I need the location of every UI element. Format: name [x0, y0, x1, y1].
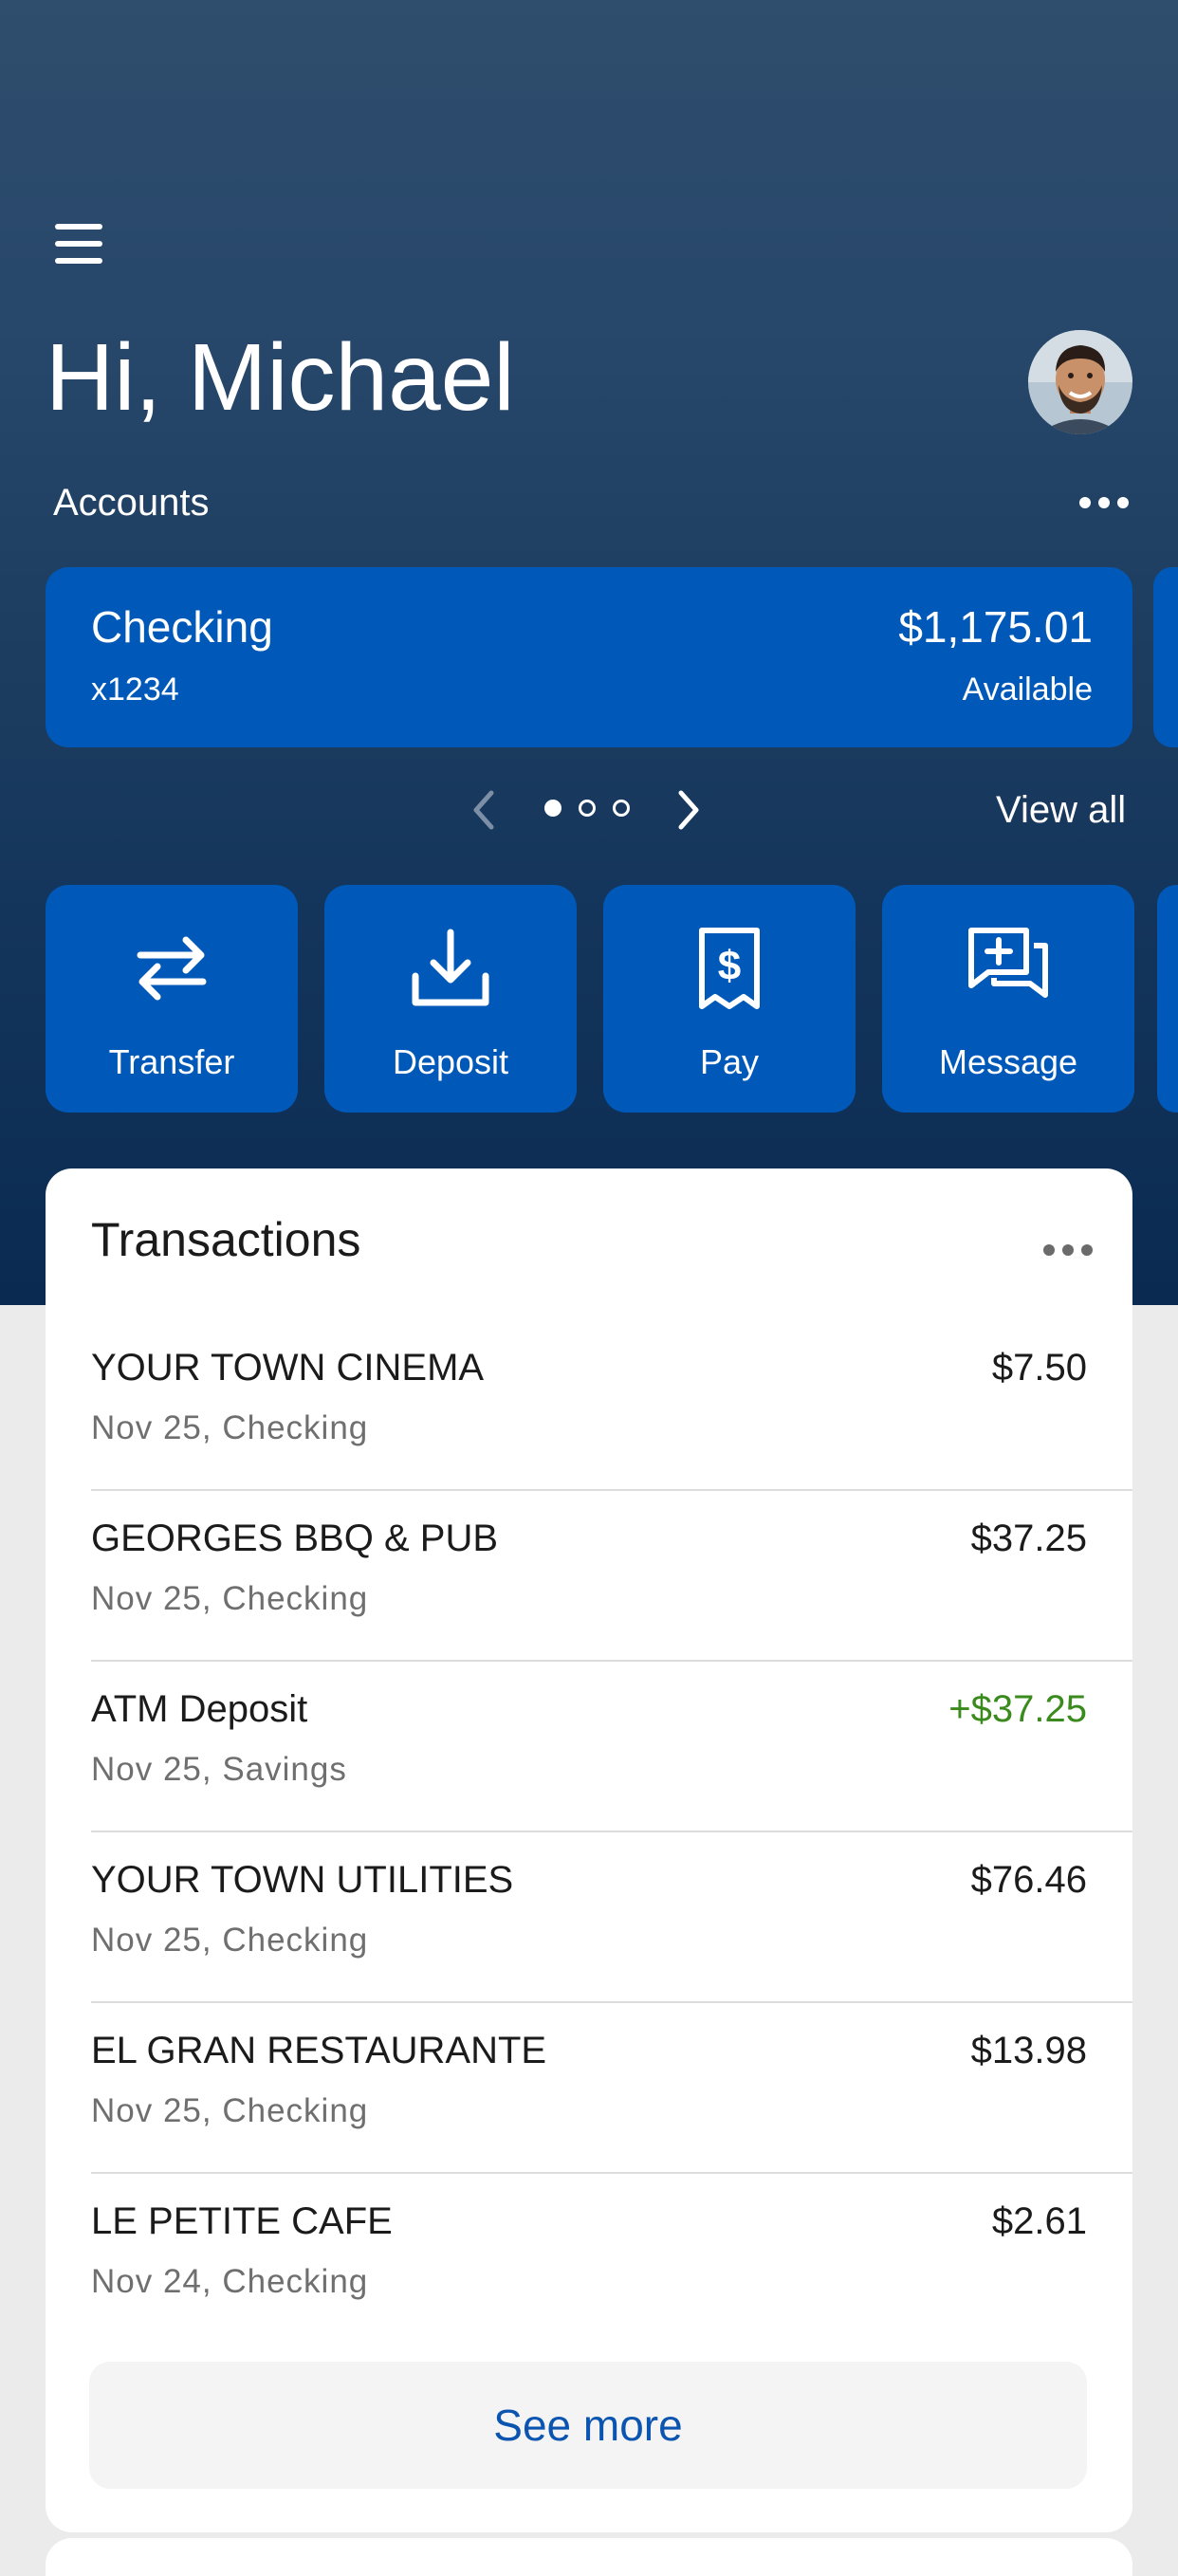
pay-bill-icon: $ [699, 928, 760, 1009]
transaction-row[interactable]: ATM Deposit +$37.25 Nov 25, Savings [91, 1662, 1132, 1832]
transaction-name: YOUR TOWN UTILITIES [91, 1859, 514, 1901]
transaction-name: YOUR TOWN CINEMA [91, 1347, 485, 1389]
transactions-more-icon[interactable] [1043, 1241, 1093, 1260]
greeting-title: Hi, Michael [46, 324, 515, 431]
transaction-row[interactable]: GEORGES BBQ & PUB $37.25 Nov 25, Checkin… [91, 1491, 1132, 1662]
transaction-amount: $2.61 [991, 2200, 1087, 2242]
transaction-detail: Nov 25, Savings [91, 1751, 347, 1788]
message-label: Message [938, 1042, 1078, 1081]
transaction-detail: Nov 25, Checking [91, 1922, 369, 1959]
transaction-amount: +$37.25 [948, 1688, 1087, 1730]
account-balance: $1,175.01 [898, 602, 1093, 652]
transaction-amount: $37.25 [970, 1518, 1087, 1559]
account-balance-label: Available [962, 672, 1093, 708]
transfer-icon [137, 936, 207, 1001]
account-card-checking[interactable]: Checking x1234 $1,175.01 Available [46, 567, 1132, 747]
pay-label: Pay [699, 1042, 760, 1081]
transaction-amount: $76.46 [970, 1859, 1087, 1901]
transactions-title: Transactions [91, 1213, 361, 1266]
hamburger-menu-icon[interactable] [55, 224, 104, 264]
message-button[interactable]: Message [882, 885, 1134, 1113]
profile-avatar[interactable] [1028, 330, 1132, 434]
transaction-row[interactable]: LE PETITE CAFE $2.61 Nov 24, Checking [91, 2174, 1132, 2345]
transaction-amount: $13.98 [970, 2030, 1087, 2071]
see-more-button[interactable]: See more [89, 2362, 1087, 2489]
avatar-photo [1028, 330, 1132, 434]
pay-button[interactable]: $ Pay [603, 885, 856, 1113]
transaction-name: ATM Deposit [91, 1688, 308, 1730]
next-action-peek[interactable] [1157, 885, 1178, 1113]
transaction-name: EL GRAN RESTAURANTE [91, 2030, 547, 2071]
message-icon [968, 928, 1048, 998]
transaction-row[interactable]: YOUR TOWN UTILITIES $76.46 Nov 25, Check… [91, 1832, 1132, 2003]
transaction-detail: Nov 24, Checking [91, 2263, 369, 2300]
deposit-button[interactable]: Deposit [324, 885, 577, 1113]
transaction-amount: $7.50 [991, 1347, 1087, 1389]
transaction-detail: Nov 25, Checking [91, 1409, 369, 1446]
transaction-row[interactable]: YOUR TOWN CINEMA $7.50 Nov 25, Checking [91, 1320, 1132, 1491]
transfer-button[interactable]: Transfer [46, 885, 298, 1113]
carousel-dot-3[interactable] [613, 800, 630, 817]
account-number: x1234 [91, 672, 179, 708]
view-all-accounts-link[interactable]: View all [996, 789, 1126, 832]
transaction-row[interactable]: EL GRAN RESTAURANTE $13.98 Nov 25, Check… [91, 2003, 1132, 2174]
transaction-name: LE PETITE CAFE [91, 2200, 393, 2242]
next-account-card-peek[interactable] [1153, 567, 1178, 747]
deposit-icon [412, 929, 489, 1006]
chevron-left-icon[interactable] [469, 789, 497, 831]
transaction-name: GEORGES BBQ & PUB [91, 1518, 499, 1559]
next-section-card [46, 2538, 1132, 2576]
transaction-detail: Nov 25, Checking [91, 1580, 369, 1617]
carousel-dot-1[interactable] [544, 800, 561, 817]
deposit-label: Deposit [392, 1042, 509, 1081]
accounts-more-icon[interactable] [1079, 493, 1129, 512]
transfer-label: Transfer [108, 1042, 235, 1081]
transactions-card: Transactions YOUR TOWN CINEMA $7.50 Nov … [46, 1168, 1132, 2532]
carousel-dot-2[interactable] [579, 800, 596, 817]
account-name: Checking [91, 602, 273, 652]
svg-text:$: $ [718, 943, 741, 989]
chevron-right-icon[interactable] [675, 789, 704, 831]
transaction-detail: Nov 25, Checking [91, 2092, 369, 2129]
accounts-section-label: Accounts [53, 482, 210, 524]
